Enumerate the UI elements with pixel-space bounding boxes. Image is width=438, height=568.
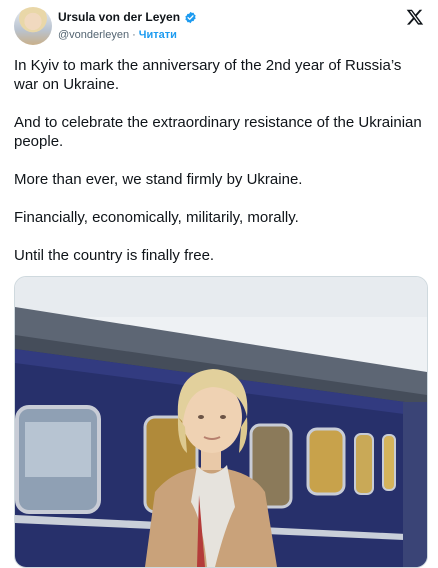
tweet-paragraph: And to celebrate the extraordinary resis… [14,114,422,150]
tweet-paragraph: More than ever, we stand firmly by Ukrai… [14,171,303,188]
author-display-name[interactable]: Ursula von der Leyen [58,10,180,24]
tweet-header: Ursula von der Leyen @vonderleyen · Чита… [0,0,438,52]
follow-button[interactable]: Читати [139,29,177,41]
author-handle[interactable]: @vonderleyen [58,29,129,41]
author-name-row: Ursula von der Leyen [58,10,197,24]
verified-badge-icon [185,11,196,23]
train-station-photo [15,277,427,567]
author-subline: @vonderleyen · Читати [58,29,177,41]
tweet-paragraph: In Kyiv to mark the anniversary of the 2… [14,57,402,93]
tweet-paragraph: Until the country is finally free. [14,247,215,264]
separator-dot: · [132,29,136,41]
tweet-text: In Kyiv to mark the anniversary of the 2… [14,56,426,284]
avatar[interactable] [14,7,52,45]
x-logo-icon[interactable] [406,8,424,26]
tweet-photo[interactable] [14,276,428,568]
tweet-paragraph: Financially, economically, militarily, m… [14,209,299,226]
